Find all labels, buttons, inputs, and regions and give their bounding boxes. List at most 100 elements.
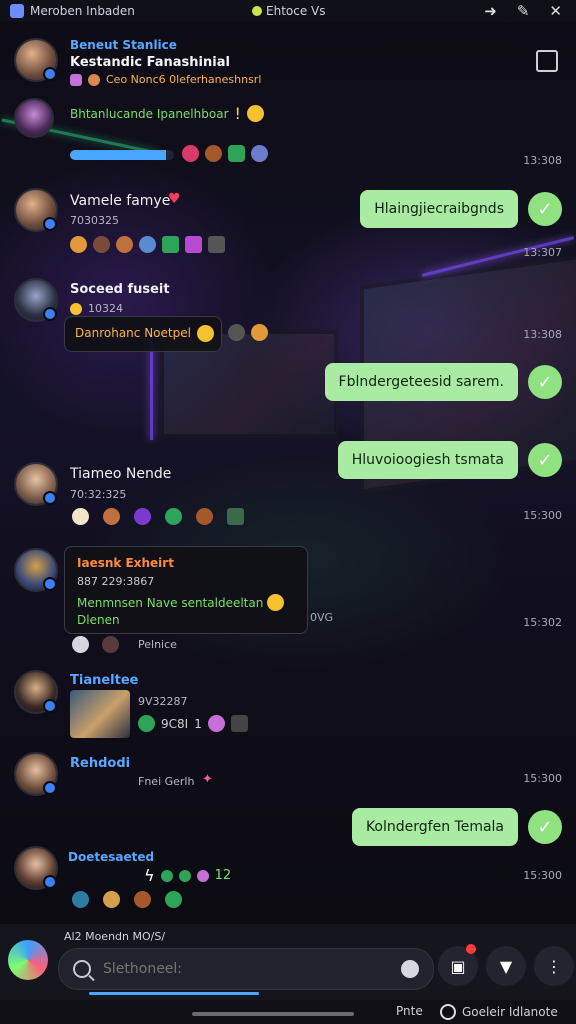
reaction-row[interactable]: [72, 508, 244, 525]
avatar[interactable]: [14, 188, 58, 232]
sender-name[interactable]: Soceed fuseit: [70, 282, 170, 297]
online-badge: [43, 577, 57, 591]
message-input[interactable]: [101, 960, 401, 978]
user-avatar[interactable]: [8, 940, 48, 980]
emoji-icon[interactable]: [70, 236, 87, 253]
sender-name[interactable]: Iaesnk Exheirt: [77, 556, 174, 570]
reaction-row[interactable]: [228, 324, 268, 341]
voice-button[interactable]: ▼: [486, 946, 526, 986]
outgoing-bubble[interactable]: Fblndergeteesid sarem.: [324, 363, 518, 401]
message-sub: 7030325: [70, 214, 119, 227]
avatar[interactable]: [14, 98, 54, 138]
emoji-icon[interactable]: [230, 715, 248, 732]
check-icon: ✓: [528, 443, 562, 477]
more-options-button[interactable]: ⋮: [534, 946, 574, 986]
reaction-row[interactable]: [182, 145, 268, 162]
emoji-icon[interactable]: [139, 236, 156, 253]
emoji-icon[interactable]: [185, 236, 202, 253]
reaction-row[interactable]: 9C8I 1: [138, 715, 248, 732]
timestamp: 15:300: [523, 509, 562, 522]
outgoing-bubble[interactable]: Kolndergfen Temala: [351, 808, 518, 846]
emoji-icon[interactable]: [227, 508, 244, 525]
sender-name[interactable]: Beneut Stanlice: [70, 38, 177, 52]
avatar[interactable]: [14, 278, 58, 322]
emoji-icon[interactable]: [162, 236, 179, 253]
emoji-icon[interactable]: [116, 236, 133, 253]
sender-name[interactable]: Tianeltee: [70, 673, 138, 688]
emoji-icon[interactable]: [93, 236, 110, 253]
emoji-icon[interactable]: [196, 508, 213, 525]
emoji-icon[interactable]: [160, 869, 173, 882]
emoji-icon[interactable]: [165, 891, 182, 908]
nav-right-label: Goeleir Idlanote: [462, 1005, 558, 1019]
emoji-icon[interactable]: [178, 869, 191, 882]
timestamp: 13:307: [523, 246, 562, 259]
emoji-icon[interactable]: [134, 891, 151, 908]
emoji-icon[interactable]: [208, 236, 225, 253]
game-controller-button[interactable]: ▣: [438, 944, 478, 986]
emoji-icon[interactable]: [134, 508, 151, 525]
message-card[interactable]: Danrohanc Noetpel: [64, 316, 222, 352]
nav-right[interactable]: Goeleir Idlanote: [440, 1004, 558, 1020]
emoji-icon[interactable]: [251, 324, 268, 341]
message-input-wrapper[interactable]: [58, 948, 434, 995]
forward-icon[interactable]: ➜: [484, 2, 497, 20]
sender-name[interactable]: Doetesaeted: [68, 850, 154, 864]
sparkle-icon: ✦: [202, 772, 213, 787]
close-icon[interactable]: ✕: [549, 2, 562, 20]
emoji-icon: [70, 302, 82, 315]
face-emoji-icon[interactable]: [205, 145, 222, 162]
heart-emoji-icon[interactable]: [182, 145, 199, 162]
avatar[interactable]: [14, 38, 58, 82]
reaction-row[interactable]: ϟ 12: [144, 866, 231, 885]
avatar[interactable]: [14, 846, 58, 890]
check-icon: ✓: [528, 810, 562, 844]
emoji-icon[interactable]: [207, 715, 225, 732]
share-icon[interactable]: [536, 50, 558, 72]
shield-emoji-icon[interactable]: [228, 145, 245, 162]
online-badge: [43, 875, 57, 889]
attachment-image[interactable]: [70, 690, 130, 738]
emoji-icon[interactable]: [103, 891, 120, 908]
reaction-row[interactable]: [72, 891, 182, 908]
sender-name[interactable]: Tiameo Nende: [70, 466, 171, 482]
progress-bar: [70, 150, 174, 160]
emoji-picker-icon[interactable]: [401, 960, 419, 978]
avatar[interactable]: [14, 670, 58, 714]
sender-name[interactable]: Vamele famye: [70, 193, 170, 209]
edit-icon[interactable]: ✎: [517, 2, 530, 20]
reaction-row[interactable]: [70, 236, 225, 253]
outgoing-bubble[interactable]: Hluvoioogiesh tsmata: [337, 441, 518, 479]
timestamp: 15:300: [523, 772, 562, 785]
bolt-icon: ϟ: [144, 866, 155, 885]
emoji-icon[interactable]: [103, 508, 120, 525]
emoji-icon[interactable]: [165, 508, 182, 525]
check-icon: ✓: [528, 192, 562, 226]
emoji-icon[interactable]: [72, 891, 89, 908]
emoji-icon[interactable]: [102, 636, 119, 653]
input-underline: [89, 992, 259, 995]
character-emoji-icon[interactable]: [251, 145, 268, 162]
message-sub: 70:32:325: [70, 488, 127, 501]
emoji-icon[interactable]: [72, 636, 89, 653]
notification-badge: [466, 944, 476, 954]
emoji-icon[interactable]: [72, 508, 89, 525]
message-text: Kestandic Fanashinial: [70, 55, 230, 70]
avatar[interactable]: [14, 548, 58, 592]
app-icon: [10, 4, 24, 18]
settings-icon[interactable]: [440, 1004, 456, 1020]
emoji-icon[interactable]: [196, 869, 209, 882]
sender-name[interactable]: Rehdodi: [70, 756, 130, 771]
outgoing-bubble[interactable]: Hlaingjiecraibgnds: [360, 190, 518, 228]
home-indicator[interactable]: [192, 1012, 354, 1016]
timestamp: 15:302: [523, 616, 562, 629]
emoji-icon[interactable]: [228, 324, 245, 341]
outgoing-text: Hluvoioogiesh tsmata: [351, 452, 504, 468]
timestamp: 13:308: [523, 328, 562, 341]
title-bar: Meroben Inbaden Ehtoce Vs ➜ ✎ ✕: [0, 0, 576, 22]
avatar[interactable]: [14, 462, 58, 506]
emoji-icon[interactable]: [138, 715, 155, 732]
avatar[interactable]: [14, 752, 58, 796]
search-icon: [73, 960, 91, 978]
message-card[interactable]: Iaesnk Exheirt 887 229:3867 Menmnsen Nav…: [64, 546, 308, 634]
